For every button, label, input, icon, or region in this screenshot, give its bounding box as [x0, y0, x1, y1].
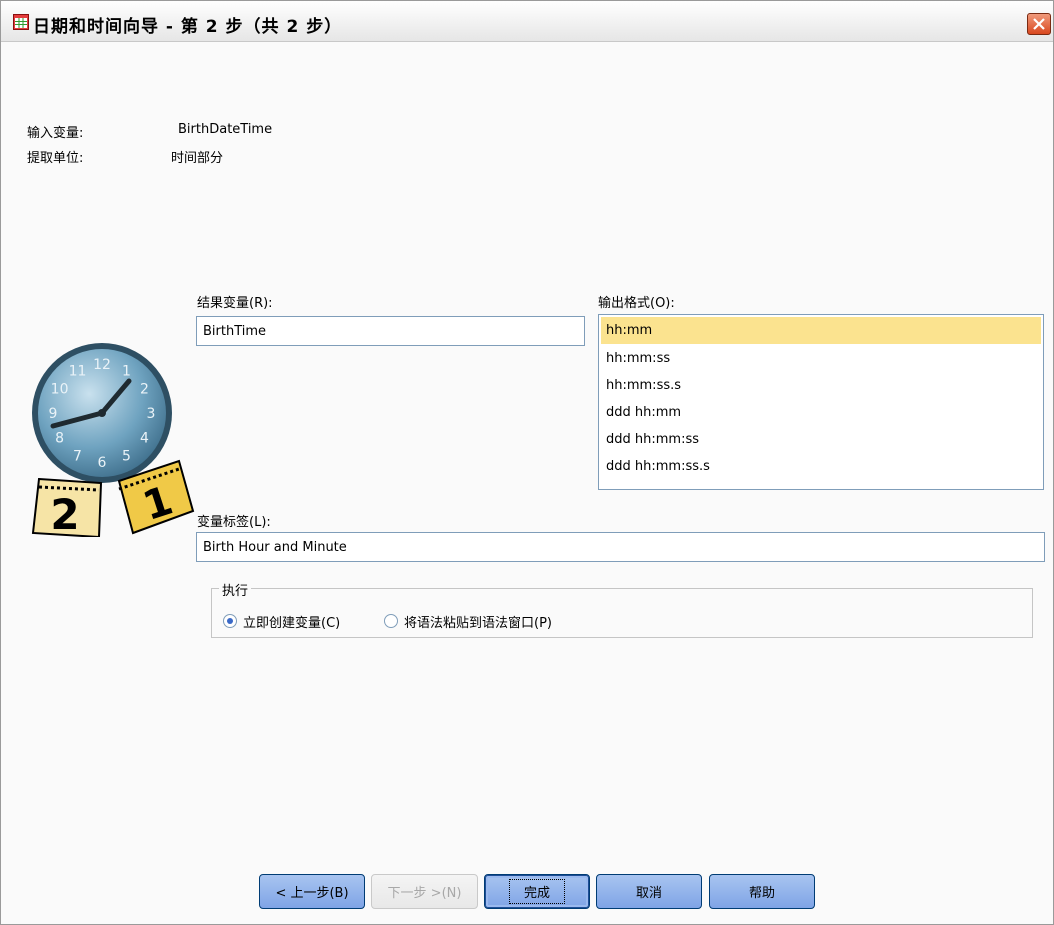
create-now-radio[interactable] — [223, 614, 237, 628]
extract-unit-label: 提取单位: — [27, 151, 84, 166]
paste-syntax-radio[interactable] — [384, 614, 398, 628]
window-title: 日期和时间向导 - 第 2 步（共 2 步） — [33, 17, 343, 37]
input-variable-label: 输入变量: — [27, 126, 84, 141]
output-format-listbox[interactable]: hh:mm hh:mm:ss hh:mm:ss.s ddd hh:mm ddd … — [598, 314, 1044, 490]
output-format-label: 输出格式(O): — [598, 296, 675, 311]
clock-number: 6 — [98, 455, 107, 471]
output-format-option[interactable]: hh:mm:ss — [601, 345, 1041, 372]
calendar-page-2: 2 — [31, 477, 103, 537]
variable-label-field[interactable] — [196, 532, 1045, 562]
output-format-option[interactable]: hh:mm — [601, 317, 1041, 344]
close-icon — [1033, 18, 1045, 30]
clock-number: 12 — [93, 357, 111, 373]
svg-text:2: 2 — [50, 490, 79, 537]
cancel-button[interactable]: 取消 — [596, 874, 702, 909]
variable-label-input[interactable] — [197, 533, 1044, 561]
radio-selected-dot — [227, 618, 233, 624]
clock-calendar-illustration: 12 1234567891011 2 1 — [31, 343, 195, 537]
clock-number: 4 — [140, 431, 149, 447]
output-format-option[interactable]: ddd hh:mm:ss.s — [601, 453, 1041, 480]
clock-number: 5 — [122, 448, 131, 464]
output-format-option[interactable]: ddd hh:mm — [601, 399, 1041, 426]
clock-number: 10 — [51, 382, 69, 398]
close-button[interactable] — [1027, 13, 1051, 35]
extract-unit-value: 时间部分 — [171, 151, 224, 166]
clock-number: 11 — [69, 364, 87, 380]
clock-number: 2 — [140, 382, 149, 398]
execute-group-title: 执行 — [219, 580, 252, 599]
result-variable-field[interactable] — [196, 316, 585, 346]
help-button[interactable]: 帮助 — [709, 874, 815, 909]
paste-syntax-label[interactable]: 将语法粘贴到语法窗口(P) — [404, 612, 552, 631]
clock-number: 3 — [147, 406, 156, 422]
back-button[interactable]: < 上一步(B) — [259, 874, 365, 909]
clock-number: 1 — [122, 364, 131, 380]
output-format-option[interactable]: hh:mm:ss.s — [601, 372, 1041, 399]
clock-number: 9 — [49, 406, 58, 422]
next-button[interactable]: 下一步 >(N) — [371, 874, 478, 909]
finish-button[interactable]: 完成 — [484, 874, 590, 909]
result-variable-label: 结果变量(R): — [197, 296, 273, 311]
wizard-window: 日期和时间向导 - 第 2 步（共 2 步） 输入变量: BirthDateTi… — [0, 0, 1054, 925]
finish-button-label: 完成 — [508, 879, 565, 904]
title-bar[interactable]: 日期和时间向导 - 第 2 步（共 2 步） — [1, 1, 1053, 42]
input-variable-value: BirthDateTime — [178, 122, 273, 137]
clock-number: 7 — [73, 448, 82, 464]
data-grid-icon — [13, 14, 29, 30]
create-now-label[interactable]: 立即创建变量(C) — [243, 612, 340, 631]
variable-label-label: 变量标签(L): — [197, 515, 271, 530]
result-variable-input[interactable] — [197, 317, 584, 345]
output-format-option[interactable]: ddd hh:mm:ss — [601, 426, 1041, 453]
clock-number: 8 — [55, 431, 64, 447]
